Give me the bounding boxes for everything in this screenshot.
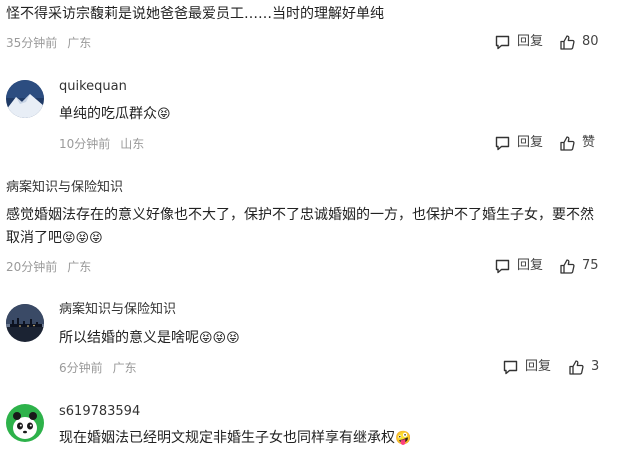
thumbs-up-icon [559, 135, 576, 152]
thumbs-up-icon [568, 359, 585, 376]
comment-time: 10分钟前 [59, 137, 111, 151]
reply-button[interactable]: 回复 [502, 358, 551, 376]
comment-text-body: 所以结婚的意义是啥呢 [59, 330, 199, 346]
reply-button[interactable]: 回复 [494, 33, 543, 51]
emoji: 😝 [157, 107, 171, 122]
comment-text-line1: 感觉婚姻法存在的意义好像也不大了，保护不了忠诚婚姻的一方，也保护不了婚生子女，要… [6, 207, 594, 223]
reply-label: 回复 [517, 258, 544, 273]
comment-text: 单纯的吃瓜群众😝 [59, 104, 171, 125]
like-count: 80 [582, 34, 599, 49]
comment-meta: 6分钟前 广东 [59, 360, 137, 376]
comment-time: 35分钟前 [6, 36, 58, 50]
avatar[interactable] [6, 80, 44, 118]
like-count: 75 [582, 258, 599, 273]
reply-button[interactable]: 回复 [494, 134, 543, 152]
thumbs-up-icon [559, 258, 576, 275]
like-button[interactable]: 3 [568, 358, 599, 376]
like-button[interactable]: 80 [559, 33, 599, 51]
reply-label: 回复 [517, 135, 544, 150]
comment-icon [494, 34, 511, 51]
like-label: 赞 [582, 135, 596, 150]
comment-text-body: 单纯的吃瓜群众 [59, 106, 157, 122]
like-button[interactable]: 75 [559, 257, 599, 275]
comment-icon [494, 258, 511, 275]
comment-text: 所以结婚的意义是啥呢😝😝😝 [59, 328, 240, 349]
like-button[interactable]: 赞 [559, 134, 595, 152]
username[interactable]: quikequan [59, 79, 127, 95]
comment-location: 山东 [120, 137, 145, 151]
comment-location: 广东 [67, 260, 92, 274]
reply-label: 回复 [525, 359, 552, 374]
thumbs-up-icon [559, 34, 576, 51]
emoji: 😝😝😝 [199, 331, 240, 346]
comment-icon [502, 359, 519, 376]
comment-meta: 35分钟前 广东 [6, 35, 91, 51]
username[interactable]: 病案知识与保险知识 [6, 180, 123, 196]
comment-time: 20分钟前 [6, 260, 58, 274]
comment-text-body: 现在婚姻法已经明文规定非婚生子女也同样享有继承权 [59, 430, 395, 446]
avatar[interactable] [6, 404, 44, 442]
avatar[interactable] [6, 304, 44, 342]
comment-location: 广东 [67, 36, 92, 50]
comment-icon [494, 135, 511, 152]
emoji: 😝😝😝 [62, 231, 103, 246]
comment-meta: 20分钟前 广东 [6, 259, 91, 275]
reply-button[interactable]: 回复 [494, 257, 543, 275]
comment-meta: 10分钟前 山东 [59, 136, 144, 152]
username[interactable]: 病案知识与保险知识 [59, 302, 176, 318]
reply-label: 回复 [517, 34, 544, 49]
username[interactable]: s619783594 [59, 404, 140, 420]
comment-text-line2: 取消了吧😝😝😝 [6, 228, 103, 249]
like-count: 3 [591, 359, 600, 374]
comment-text-body: 取消了吧 [6, 230, 62, 246]
emoji: 🤪 [395, 431, 412, 446]
comment-location: 广东 [112, 361, 137, 375]
comment-time: 6分钟前 [59, 361, 103, 375]
comment-text: 怪不得采访宗馥莉是说她爸爸最爱员工……当时的理解好单纯 [6, 6, 384, 22]
